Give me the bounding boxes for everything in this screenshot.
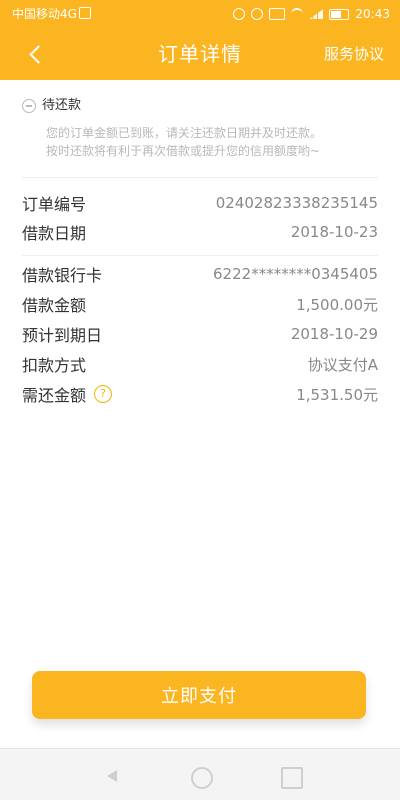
status-notice: 您的订单金额已到账，请关注还款日期并及时还款。 按时还款将有利于再次借款或提升您… (22, 124, 384, 160)
alarm-icon (251, 8, 264, 20)
loan-amount-value: 1,500.00元 (296, 295, 378, 314)
notice-line-2: 按时还款将有利于再次借款或提升您的信用额度哟~ (46, 144, 321, 158)
status-row: 待还款 (22, 98, 384, 114)
hd-icon (78, 7, 91, 19)
detail-row-loan-amount: 借款金额 1,500.00元 (22, 292, 378, 316)
triangle-back-icon[interactable] (104, 767, 122, 785)
detail-row-order-no: 订单编号 02402823338235145 (22, 191, 378, 215)
detail-row-due-date: 预计到期日 2018-10-29 (22, 322, 378, 346)
nav-bar: 订单详情 服务协议 (0, 28, 400, 80)
due-date-label: 预计到期日 (22, 326, 103, 345)
pay-now-button[interactable]: 立即支付 (32, 671, 366, 719)
service-agreement-link[interactable]: 服务协议 (324, 45, 384, 63)
repay-amount-key: 需还金额 ? (22, 382, 113, 406)
divider (22, 177, 378, 178)
carrier-label: 中国移动4G (12, 6, 91, 22)
mute-icon (233, 8, 246, 20)
wifi-icon (291, 8, 304, 20)
order-no-value: 02402823338235145 (215, 194, 378, 212)
square-recent-icon[interactable] (281, 767, 303, 789)
status-right: 20:43 (233, 6, 390, 22)
deduction-method-value: 协议支付A (307, 355, 378, 374)
pending-icon (22, 99, 36, 113)
divider (22, 255, 378, 256)
loan-date-value: 2018-10-23 (290, 223, 378, 241)
order-detail-screen: 中国移动4G 20:43 订单详情 服务协议 待还款 您的订单金额已到账，请关注… (0, 0, 400, 800)
bank-card-value: 6222********0345405 (213, 265, 378, 283)
loan-date-label: 借款日期 (22, 224, 87, 243)
circle-home-icon[interactable] (191, 767, 213, 789)
system-nav-bar (0, 748, 400, 800)
nfc-icon (269, 8, 286, 20)
detail-row-loan-date: 借款日期 2018-10-23 (22, 220, 378, 244)
battery-icon (329, 8, 350, 20)
carrier-text: 中国移动4G (12, 7, 77, 21)
deduction-method-label: 扣款方式 (22, 356, 87, 375)
bank-card-label: 借款银行卡 (22, 266, 103, 285)
header-area: 中国移动4G 20:43 订单详情 服务协议 (0, 0, 400, 80)
detail-row-repay-amount: 需还金额 ? 1,531.50元 (22, 382, 378, 406)
status-label: 待还款 (42, 98, 82, 113)
repay-amount-label: 需还金额 (22, 386, 87, 405)
order-status: 待还款 您的订单金额已到账，请关注还款日期并及时还款。 按时还款将有利于再次借款… (22, 98, 384, 160)
repay-amount-value: 1,531.50元 (296, 385, 378, 404)
loan-amount-label: 借款金额 (22, 296, 87, 315)
signal-icon (309, 9, 324, 19)
order-no-label: 订单编号 (22, 195, 87, 214)
question-circle-icon[interactable]: ? (94, 385, 113, 403)
status-bar: 中国移动4G 20:43 (0, 0, 400, 28)
detail-row-bank-card: 借款银行卡 6222********0345405 (22, 262, 378, 286)
notice-line-1: 您的订单金额已到账，请关注还款日期并及时还款。 (46, 126, 323, 140)
status-time: 20:43 (355, 7, 390, 21)
due-date-value: 2018-10-29 (290, 325, 378, 343)
detail-row-deduction-method: 扣款方式 协议支付A (22, 352, 378, 376)
